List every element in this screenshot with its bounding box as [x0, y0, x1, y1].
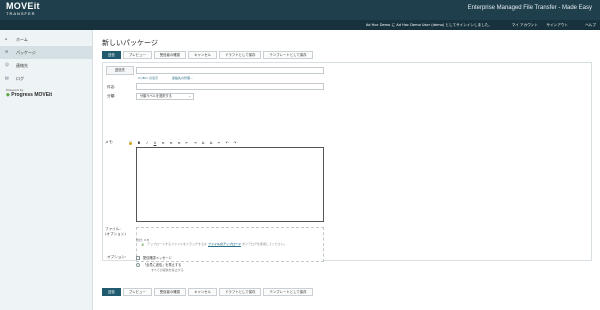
save-draft-button[interactable]: ドラフトとして保存 [219, 51, 262, 59]
save-draft-button-bottom[interactable]: ドラフトとして保存 [219, 288, 262, 296]
logo-sub-text: TRANSFER [6, 11, 36, 16]
align-right-button[interactable]: ≡ [176, 140, 182, 146]
logo-main-text: MOVEit [6, 1, 40, 11]
cancel-button-bottom[interactable]: キャンセル [188, 288, 218, 296]
log-icon: ▤ [5, 75, 9, 80]
align-center-button[interactable]: ≡ [168, 140, 174, 146]
sidebar-item-home[interactable]: ⌂ ホーム [0, 33, 92, 46]
recipient-check-button-bottom[interactable]: 受信者の確認 [153, 288, 187, 296]
align-left-button[interactable]: ≡ [160, 140, 166, 146]
main-content: 新しいパッケージ 送信 プレビュー 受信者の確認 キャンセル ドラフトとして保存… [102, 30, 592, 310]
contacts-icon: ☺ [5, 62, 10, 67]
progress-brand-text: Progress MOVEit [11, 92, 53, 98]
dropzone-text-after: ダイアログを使用してください。 [241, 242, 287, 246]
manage-contacts-link[interactable]: 連絡先の管理... [172, 76, 193, 80]
dropzone-text: アップロードするファイルをドラッグするか ファイルのアップロード ダイアログを使… [147, 242, 323, 246]
sidebar: ⌂ ホーム ✉ パッケージ ☺ 連絡先 ▤ ログ Powered by ◆ Pr… [0, 30, 93, 310]
sign-out-link[interactable]: サインアウト [546, 23, 568, 28]
progress-logo-mark-icon: ◆ [6, 92, 10, 98]
preview-button[interactable]: プレビュー [122, 51, 152, 59]
classification-select[interactable]: 分類ラベルを選択する ⌄ [136, 93, 194, 100]
lock-icon: 🔒 [128, 140, 133, 145]
sidebar-item-packages[interactable]: ✉ パッケージ [0, 46, 92, 59]
moveit-logo: MOVEit TRANSFER [6, 2, 52, 18]
reply-all-option[interactable] [136, 263, 140, 267]
brand-title: Enterprise Managed File Transfer - Made … [467, 5, 592, 11]
outdent-button[interactable]: ⇤ [184, 140, 190, 146]
read-receipt-label: 配信確認メッセージ [143, 256, 172, 260]
classification-value: 分類ラベルを選択する [140, 94, 172, 98]
cancel-button[interactable]: キャンセル [188, 51, 218, 59]
to-button[interactable]: 送信先 [106, 66, 134, 75]
page-title: 新しいパッケージ [102, 39, 158, 47]
sidebar-item-label: パッケージ [16, 50, 36, 55]
message-editor[interactable] [136, 147, 324, 222]
reply-all-label: 「全員に返信」を禁止する [143, 263, 182, 267]
read-receipt-checkbox[interactable] [136, 256, 140, 260]
send-button-bottom[interactable]: 送信 [102, 288, 121, 296]
bold-button[interactable]: B [136, 140, 142, 146]
progress-logo: ◆ Progress MOVEit [6, 92, 52, 98]
signed-in-user-text: Ad Hoc Demo に Ad Hoc Demo User (demo) とし… [365, 23, 492, 27]
recipient-check-button[interactable]: 受信者の確認 [153, 51, 187, 59]
reply-all-sub-label: すべての返信を禁止する [151, 268, 184, 272]
help-link[interactable]: ヘルプ [585, 23, 596, 28]
message-label: メモ: [105, 140, 114, 144]
file-optional-label: (オプション) [105, 232, 126, 236]
sidebar-item-label: ログ [16, 76, 24, 81]
bullet-list-button[interactable]: ≣ [200, 140, 206, 146]
nav-bar: Ad Hoc Demo に Ad Hoc Demo User (demo) とし… [0, 20, 600, 30]
indent-button[interactable]: ⇥ [192, 140, 198, 146]
classification-label: 分類: [107, 94, 116, 98]
sidebar-item-label: 連絡先 [16, 63, 28, 68]
my-account-link[interactable]: マイ アカウント [512, 23, 538, 28]
sidebar-item-contacts[interactable]: ☺ 連絡先 [0, 59, 92, 72]
top-action-bar: 送信 プレビュー 受信者の確認 キャンセル ドラフトとして保存 テンプレートとし… [102, 51, 313, 59]
home-icon: ⌂ [5, 36, 8, 41]
upload-icon: ⊕ [141, 242, 145, 247]
dropzone-text-before: アップロードするファイルをドラッグするか [147, 242, 208, 246]
editor-toolbar: B I U ≡ ≡ ≡ ⇤ ⇥ ≣ ≣ ↵ ↶ ↷ [136, 139, 324, 146]
options-label: オプション: [107, 255, 127, 259]
numbered-list-button[interactable]: ≣ [208, 140, 214, 146]
total-size: 合計: 0 B [136, 238, 149, 242]
bottom-action-bar: 送信 プレビュー 受信者の確認 キャンセル ドラフトとして保存 テンプレートとし… [102, 288, 313, 296]
cc-bcc-link[interactable]: Cc/Bcc の表示 [138, 76, 158, 80]
top-banner: MOVEit TRANSFER Enterprise Managed File … [0, 0, 600, 20]
save-template-button[interactable]: テンプレートとして保存 [263, 51, 313, 59]
chevron-down-icon: ⌄ [188, 94, 191, 98]
redo-button[interactable]: ↷ [232, 140, 238, 146]
italic-button[interactable]: I [144, 140, 150, 146]
subject-label: 件名: [107, 85, 116, 89]
file-upload-link[interactable]: ファイルのアップロード [208, 242, 241, 246]
undo-button[interactable]: ↶ [224, 140, 230, 146]
package-icon: ✉ [5, 49, 9, 54]
preview-button-bottom[interactable]: プレビュー [122, 288, 152, 296]
sidebar-item-log[interactable]: ▤ ログ [0, 72, 92, 85]
sidebar-item-label: ホーム [16, 37, 28, 42]
underline-button[interactable]: U [152, 140, 158, 146]
line-break-button[interactable]: ↵ [216, 140, 222, 146]
save-template-button-bottom[interactable]: テンプレートとして保存 [263, 288, 313, 296]
to-field[interactable] [136, 67, 324, 74]
send-button[interactable]: 送信 [102, 51, 121, 59]
subject-field[interactable] [136, 83, 324, 90]
